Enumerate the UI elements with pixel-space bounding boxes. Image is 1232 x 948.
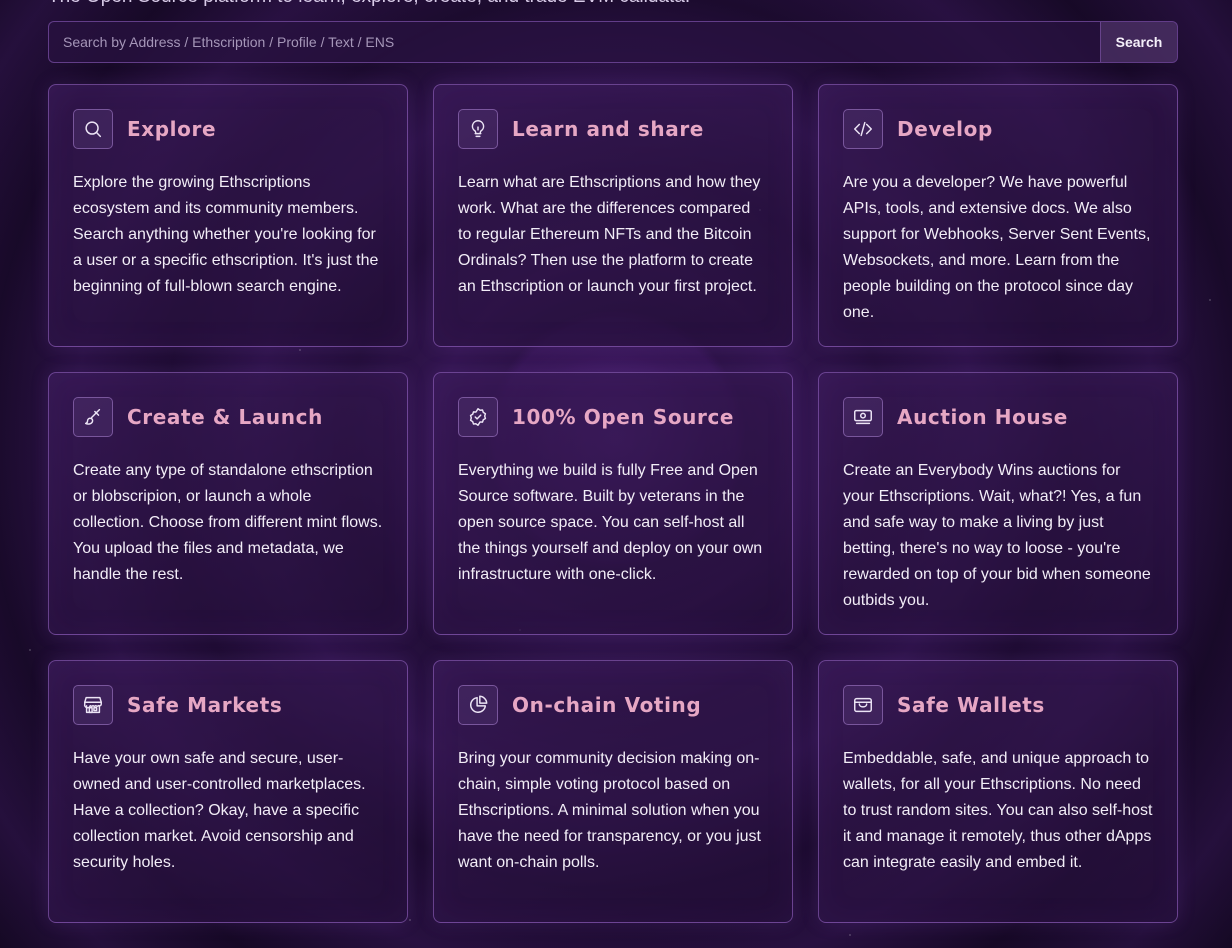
wallet-icon [843,685,883,725]
card-header: Auction House [843,396,1153,438]
search-bar: Search [48,21,1178,63]
card-title: On-chain Voting [512,693,702,717]
card-header: Safe Markets [73,684,383,726]
feature-card-safe-markets[interactable]: Safe Markets Have your own safe and secu… [48,660,408,923]
card-title: Safe Wallets [897,693,1045,717]
search-icon [73,109,113,149]
card-description: Create any type of standalone ethscripti… [73,462,383,583]
feature-card-create-and-launch[interactable]: Create & Launch Create any type of stand… [48,372,408,635]
card-header: Create & Launch [73,396,383,438]
card-description: Are you a developer? We have powerful AP… [843,174,1151,321]
banknote-icon [843,397,883,437]
card-title: Learn and share [512,117,704,141]
card-description: Have your own safe and secure, user-owne… [73,750,366,871]
card-title: Develop [897,117,993,141]
page-tagline: The Open Source platform to learn, explo… [48,0,690,8]
card-header: Develop [843,108,1153,150]
feature-card-learn-and-share[interactable]: Learn and share Learn what are Ethscript… [433,84,793,347]
feature-card-safe-wallets[interactable]: Safe Wallets Embeddable, safe, and uniqu… [818,660,1178,923]
feature-card-explore[interactable]: Explore Explore the growing Ethscription… [48,84,408,347]
feature-card-on-chain-voting[interactable]: On-chain Voting Bring your community dec… [433,660,793,923]
card-title: Create & Launch [127,405,323,429]
lightbulb-icon [458,109,498,149]
card-header: On-chain Voting [458,684,768,726]
feature-card-develop[interactable]: Develop Are you a developer? We have pow… [818,84,1178,347]
search-button[interactable]: Search [1100,22,1177,62]
card-title: Safe Markets [127,693,283,717]
card-description: Learn what are Ethscriptions and how the… [458,174,761,295]
card-title: Explore [127,117,217,141]
card-description: Everything we build is fully Free and Op… [458,462,763,583]
feature-card-open-source[interactable]: 100% Open Source Everything we build is … [433,372,793,635]
feature-card-auction-house[interactable]: Auction House Create an Everybody Wins a… [818,372,1178,635]
card-title: Auction House [897,405,1068,429]
pie-chart-icon [458,685,498,725]
code-icon [843,109,883,149]
card-header: 100% Open Source [458,396,768,438]
card-description: Explore the growing Ethscriptions ecosys… [73,174,379,295]
feature-grid: Explore Explore the growing Ethscription… [48,84,1178,923]
card-description: Create an Everybody Wins auctions for yo… [843,462,1151,609]
store-icon [73,685,113,725]
card-title: 100% Open Source [512,405,735,429]
card-header: Explore [73,108,383,150]
card-description: Embeddable, safe, and unique approach to… [843,750,1153,871]
card-header: Learn and share [458,108,768,150]
brush-icon [73,397,113,437]
search-input[interactable] [49,22,1100,62]
badge-check-icon [458,397,498,437]
card-description: Bring your community decision making on-… [458,750,761,871]
card-header: Safe Wallets [843,684,1153,726]
